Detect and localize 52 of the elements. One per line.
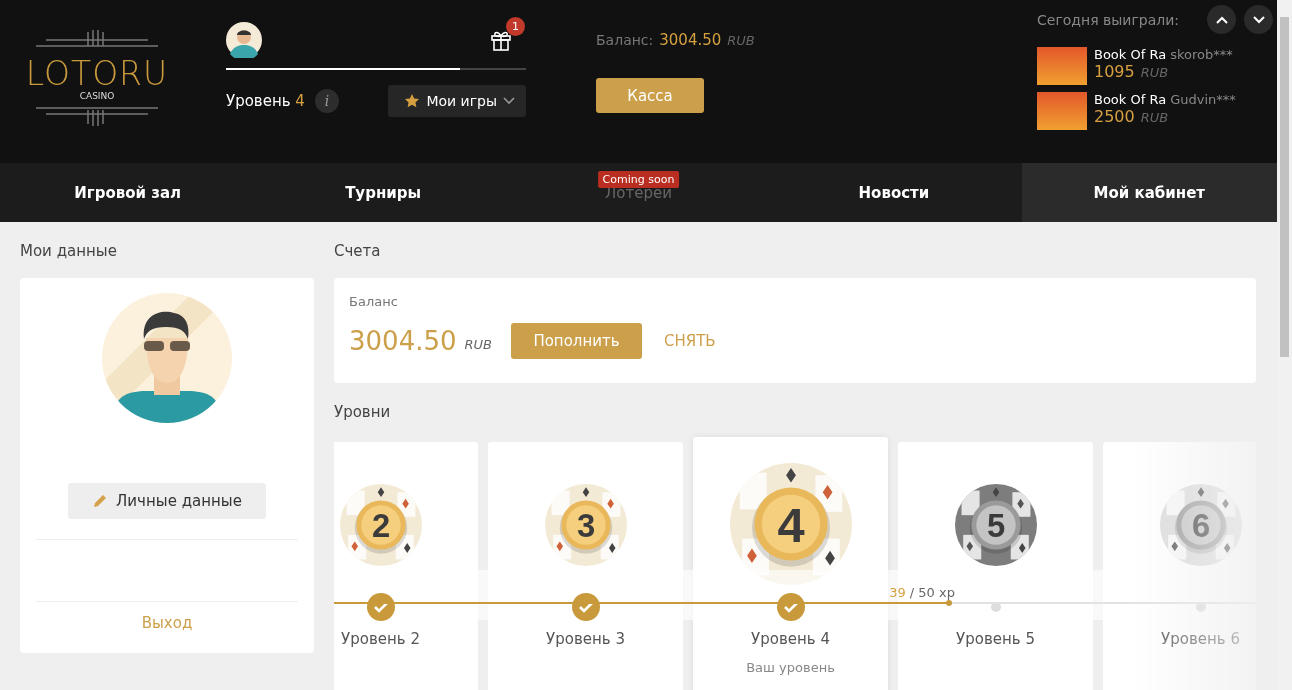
logo[interactable]: LOTORU CASINO	[26, 30, 168, 126]
pencil-icon	[92, 493, 109, 509]
nav-tab[interactable]: Мой кабинет	[1021, 163, 1278, 222]
game-name[interactable]: Book Of Ra	[1094, 47, 1167, 62]
section-title: Счета	[334, 242, 382, 262]
level-medal-icon: 6	[1159, 484, 1242, 566]
level-name: Уровень 3	[546, 630, 625, 648]
winner-name: Gudvin***	[1170, 92, 1236, 107]
level-medal-icon: 5	[954, 484, 1037, 566]
section-title: Мои данные	[20, 242, 118, 262]
level-medal-icon: 3	[544, 484, 627, 566]
balance-label: Баланс	[349, 294, 399, 309]
info-button[interactable]: i	[314, 89, 339, 113]
xp-counter: 39 / 50 xp	[889, 585, 955, 600]
nav-tab[interactable]: Новости	[766, 163, 1022, 222]
currency-label: RUB	[464, 336, 492, 352]
notification-badge: 1	[506, 17, 525, 36]
chevron-up-icon	[1215, 15, 1228, 24]
game-thumbnail[interactable]	[1037, 47, 1087, 85]
star-icon	[404, 93, 421, 109]
level-name: Уровень 6	[1161, 630, 1240, 648]
section-title: Уровни	[334, 403, 392, 423]
avatar-icon[interactable]	[226, 22, 262, 58]
game-thumbnail[interactable]	[1037, 92, 1087, 130]
nav-tab[interactable]: Игровой зал	[0, 163, 256, 222]
level-name: Уровень 2	[341, 630, 420, 648]
level-name: Уровень 5	[956, 630, 1035, 648]
scrollbar-thumb[interactable]	[1280, 17, 1289, 357]
winner-name: skorob***	[1170, 47, 1233, 62]
game-name[interactable]: Book Of Ra	[1094, 92, 1167, 107]
scroll-down-button[interactable]	[1244, 5, 1273, 34]
currency-label: RUB	[727, 33, 755, 48]
chevron-down-icon	[1252, 15, 1265, 24]
current-level-note: Ваш уровень	[746, 660, 835, 675]
level-name: Уровень 4	[751, 630, 830, 648]
balance-amount: 3004.50	[659, 31, 722, 49]
balance-label: Баланс:	[596, 32, 654, 48]
currency-label: RUB	[1140, 110, 1169, 125]
win-amount: 1095	[1094, 62, 1135, 81]
level-text: Уровень 4	[226, 92, 305, 110]
level-medal-icon: 2	[339, 484, 422, 566]
winners-title: Сегодня выиграли:	[1037, 11, 1179, 28]
balance-amount: 3004.50	[349, 326, 457, 356]
level-medal-icon: 4	[729, 463, 852, 585]
gift-icon[interactable]	[490, 29, 512, 51]
chevron-down-icon	[503, 97, 515, 105]
win-amount: 2500	[1094, 107, 1135, 126]
currency-label: RUB	[1140, 65, 1169, 80]
scroll-up-button[interactable]	[1207, 5, 1236, 34]
my-games-button[interactable]: Мои игры	[388, 85, 526, 117]
personal-data-button[interactable]: Личные данные	[68, 483, 266, 519]
nav-tab[interactable]: Турниры	[255, 163, 511, 222]
